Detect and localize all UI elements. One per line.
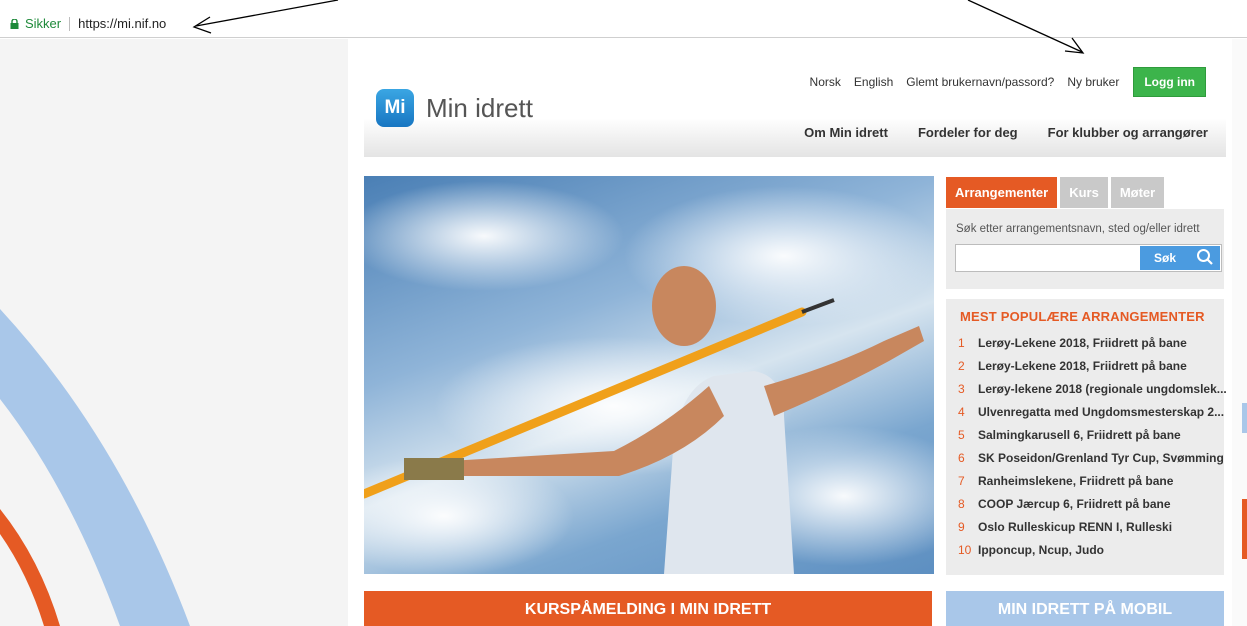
lang-english-link[interactable]: English [854, 75, 893, 89]
hero-illustration [364, 181, 934, 574]
item-rank: 6 [958, 450, 965, 465]
item-rank: 4 [958, 404, 965, 419]
right-swoosh-graphic [1242, 403, 1247, 559]
item-rank: 1 [958, 335, 965, 350]
popular-events-list: 1 Lerøy-Lekene 2018, Friidrett på bane 2L… [958, 331, 1227, 561]
page-container: Norsk English Glemt brukernavn/passord? … [364, 39, 1227, 626]
nav-klubber-arrangorer[interactable]: For klubber og arrangører [1048, 125, 1208, 140]
item-rank: 3 [958, 381, 965, 396]
item-link[interactable]: COOP Jærcup 6, Friidrett på bane [978, 497, 1171, 511]
item-link[interactable]: Lerøy-Lekene 2018, Friidrett på bane [978, 336, 1187, 350]
item-link[interactable]: Lerøy-lekene 2018 (regionale ungdomslek.… [978, 382, 1227, 396]
item-link[interactable]: Ranheimslekene, Friidrett på bane [978, 474, 1173, 488]
item-link[interactable]: Lerøy-Lekene 2018, Friidrett på bane [978, 359, 1187, 373]
list-item[interactable]: 9 Oslo Rulleskicup RENN I, Rulleski [958, 515, 1227, 538]
list-item[interactable]: 10 Ipponcup, Ncup, Judo [958, 538, 1227, 561]
logo-badge: Mi [376, 89, 414, 127]
nav-fordeler[interactable]: Fordeler for deg [918, 125, 1018, 140]
search-panel: Søk etter arrangementsnavn, sted og/elle… [946, 209, 1224, 289]
item-link[interactable]: Oslo Rulleskicup RENN I, Rulleski [978, 520, 1172, 534]
site-logo[interactable]: Mi Min idrett [376, 89, 533, 127]
right-edge-decoration [1232, 39, 1247, 626]
item-link[interactable]: SK Poseidon/Grenland Tyr Cup, Svømming [978, 451, 1224, 465]
list-item[interactable]: 4 Ulvenregatta med Ungdomsmesterskap 2... [958, 400, 1227, 423]
search-icon [1196, 248, 1214, 269]
hero-image[interactable] [364, 176, 934, 574]
list-item[interactable]: 3 Lerøy-lekene 2018 (regionale ungdomslek… [958, 377, 1227, 400]
item-rank: 5 [958, 427, 965, 442]
nav-om-min-idrett[interactable]: Om Min idrett [804, 125, 888, 140]
popular-events-title: MEST POPULÆRE ARRANGEMENTER [960, 309, 1205, 324]
item-rank: 8 [958, 496, 965, 511]
search-button-label: Søk [1154, 251, 1177, 265]
tab-kurs[interactable]: Kurs [1060, 177, 1108, 208]
swoosh-graphic [0, 309, 190, 626]
item-rank: 9 [958, 519, 965, 534]
item-link[interactable]: Ulvenregatta med Ungdomsmesterskap 2... [978, 405, 1224, 419]
new-user-link[interactable]: Ny bruker [1067, 75, 1119, 89]
item-rank: 10 [958, 542, 972, 557]
popular-events-panel: MEST POPULÆRE ARRANGEMENTER 1 Lerøy-Leken… [946, 299, 1227, 575]
item-rank: 2 [958, 358, 965, 373]
item-rank: 7 [958, 473, 965, 488]
list-item[interactable]: 1 Lerøy-Lekene 2018, Friidrett på bane [958, 331, 1227, 354]
list-item[interactable]: 8 COOP Jærcup 6, Friidrett på bane [958, 492, 1227, 515]
item-link[interactable]: Ipponcup, Ncup, Judo [978, 543, 1104, 557]
left-background-decoration [0, 39, 348, 626]
search-label: Søk etter arrangementsnavn, sted og/elle… [956, 223, 1200, 235]
list-item[interactable]: 6 SK Poseidon/Grenland Tyr Cup, Svømming [958, 446, 1227, 469]
list-item[interactable]: 5 Salmingkarusell 6, Friidrett på bane [958, 423, 1227, 446]
list-item[interactable]: 2 Lerøy-Lekene 2018, Friidrett på bane [958, 354, 1227, 377]
item-link[interactable]: Salmingkarusell 6, Friidrett på bane [978, 428, 1181, 442]
top-navigation: Norsk English Glemt brukernavn/passord? … [797, 67, 1206, 97]
list-item[interactable]: 7 Ranheimslekene, Friidrett på bane [958, 469, 1227, 492]
lang-norsk-link[interactable]: Norsk [810, 75, 841, 89]
event-tabs: Arrangementer Kurs Møter [946, 177, 1167, 208]
tab-arrangementer[interactable]: Arrangementer [946, 177, 1058, 208]
tab-moter[interactable]: Møter [1110, 177, 1165, 208]
forgot-password-link[interactable]: Glemt brukernavn/passord? [906, 75, 1054, 89]
arrow-to-url [192, 0, 339, 34]
mobile-app-banner[interactable]: MIN IDRETT PÅ MOBIL [946, 591, 1224, 626]
search-button[interactable]: Søk [1140, 246, 1220, 270]
course-signup-banner[interactable]: KURSPÅMELDING I MIN IDRETT [364, 591, 932, 626]
logo-text: Min idrett [426, 92, 533, 123]
login-button[interactable]: Logg inn [1133, 67, 1206, 97]
main-navigation: Om Min idrett Fordeler for deg For klubb… [774, 125, 1208, 140]
